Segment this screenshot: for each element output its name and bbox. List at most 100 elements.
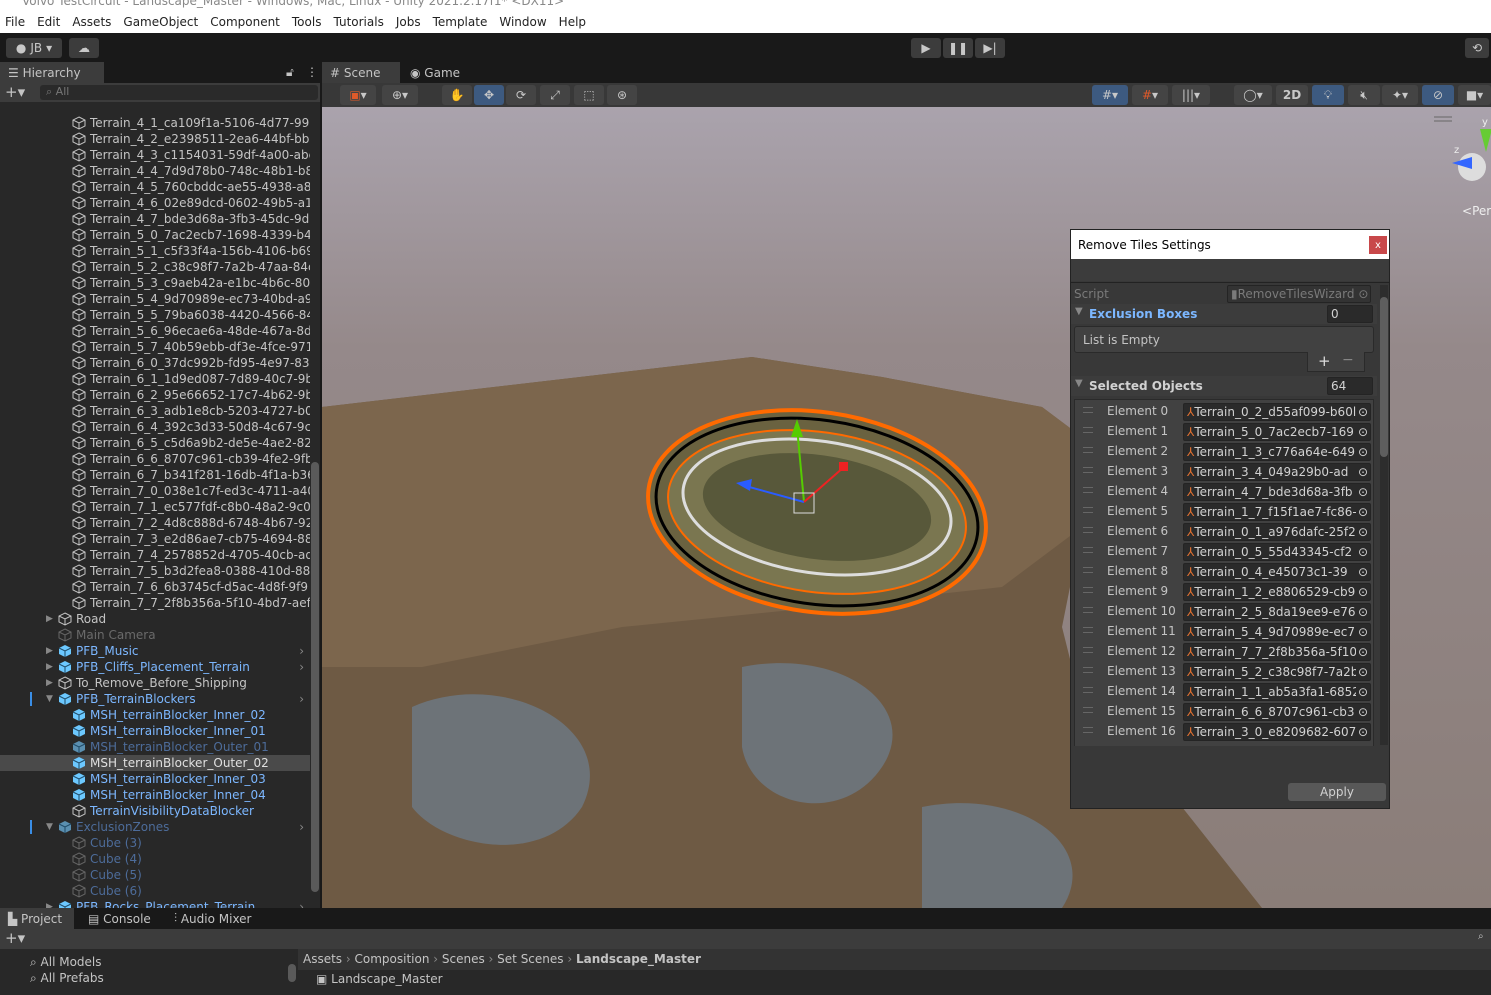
tree-row[interactable]: ▶ PFB_Rocks_Placement_Terrain › xyxy=(0,899,310,908)
tab-hierarchy[interactable]: ☰ Hierarchy xyxy=(0,62,104,83)
tree-row[interactable]: Cube (6) xyxy=(0,883,310,899)
drag-handle-icon[interactable] xyxy=(1083,567,1093,573)
tree-row[interactable]: Terrain_6_1_1d9ed087-7d89-40c7-9b xyxy=(0,371,310,387)
object-picker-icon[interactable]: ⊙ xyxy=(1355,704,1368,720)
2d-toggle[interactable]: 2D xyxy=(1276,85,1308,105)
tree-row[interactable]: MSH_terrainBlocker_Inner_04 xyxy=(0,787,310,803)
object-picker-icon[interactable]: ⊙ xyxy=(1355,404,1368,420)
tree-row[interactable]: TerrainVisibilityDataBlocker xyxy=(0,803,310,819)
tree-row[interactable]: Terrain_4_4_7d9d78b0-748c-48b1-b8 xyxy=(0,163,310,179)
object-field[interactable]: ⅄Terrain_6_6_8707c961-cb3 ⊙ xyxy=(1183,703,1371,721)
tree-row[interactable]: Terrain_6_4_392c3d33-50d8-4c67-9c xyxy=(0,419,310,435)
expand-arrow-icon[interactable]: ▼ xyxy=(46,819,53,835)
tree-row[interactable]: Terrain_6_6_8707c961-cb39-4fe2-9fb xyxy=(0,451,310,467)
expand-arrow-icon[interactable]: ▶ xyxy=(46,643,53,659)
lock-icon[interactable]: 🔓︎ xyxy=(286,65,294,80)
menu-template[interactable]: Template xyxy=(433,15,488,29)
open-prefab-icon[interactable]: › xyxy=(299,643,304,659)
cloud-icon[interactable]: ☁ xyxy=(69,38,99,58)
object-picker-icon[interactable]: ⊙ xyxy=(1355,504,1368,520)
selected-count-field[interactable]: 64 xyxy=(1327,377,1373,395)
drag-handle-icon[interactable] xyxy=(1083,547,1093,553)
breadcrumb-item[interactable]: Assets xyxy=(303,952,342,966)
object-field[interactable]: ⅄Terrain_1_1_ab5a3fa1-6852 ⊙ xyxy=(1183,683,1371,701)
object-field[interactable]: ⅄Terrain_0_2_d55af099-b60l ⊙ xyxy=(1183,403,1371,421)
drag-handle-icon[interactable] xyxy=(1083,707,1093,713)
menu-assets[interactable]: Assets xyxy=(72,15,111,29)
tree-row[interactable]: Terrain_6_7_b341f281-16db-4f1a-b36a xyxy=(0,467,310,483)
tree-row[interactable]: Cube (4) xyxy=(0,851,310,867)
rect-tool-icon[interactable]: ⬚ xyxy=(574,85,604,105)
menu-file[interactable]: File xyxy=(5,15,25,29)
tree-row[interactable]: Terrain_5_0_7ac2ecb7-1698-4339-b4 xyxy=(0,227,310,243)
more-icon[interactable]: ⋮ xyxy=(306,65,318,79)
drag-handle-icon[interactable] xyxy=(1083,467,1093,473)
favorite-all-prefabs[interactable]: ⌕ All Prefabs xyxy=(30,971,104,986)
object-field[interactable]: ⅄Terrain_1_7_f15f1ae7-fc86- ⊙ xyxy=(1183,503,1371,521)
effects-icon[interactable]: ✦▾ xyxy=(1382,85,1418,105)
object-picker-icon[interactable]: ⊙ xyxy=(1355,724,1368,740)
expand-arrow-icon[interactable]: ▶ xyxy=(46,659,53,675)
menu-edit[interactable]: Edit xyxy=(37,15,60,29)
drag-handle-icon[interactable] xyxy=(1083,427,1093,433)
camera-icon[interactable]: ■▾ xyxy=(1458,85,1491,105)
open-prefab-icon[interactable]: › xyxy=(299,691,304,707)
object-field[interactable]: ⅄Terrain_0_1_a976dafc-25f2 ⊙ xyxy=(1183,523,1371,541)
tree-row[interactable]: Terrain_4_6_02e89dcd-0602-49b5-a1 xyxy=(0,195,310,211)
transform-tool-icon[interactable]: ⊛ xyxy=(607,85,637,105)
tree-row[interactable]: Terrain_6_3_adb1e8cb-5203-4727-b0 xyxy=(0,403,310,419)
object-field[interactable]: ⅄Terrain_3_0_e8209682-607 ⊙ xyxy=(1183,723,1371,741)
tree-row[interactable]: Terrain_5_3_c9aeb42a-e1bc-4b6c-80 xyxy=(0,275,310,291)
increment-snap-icon[interactable]: |||▾ xyxy=(1172,85,1210,105)
object-picker-icon[interactable]: ⊙ xyxy=(1355,444,1368,460)
tree-row[interactable]: MSH_terrainBlocker_Outer_01 xyxy=(0,739,310,755)
breadcrumb-item[interactable]: Set Scenes xyxy=(497,952,563,966)
object-picker-icon[interactable]: ⊙ xyxy=(1355,604,1368,620)
rotate-tool-icon[interactable]: ⟳ xyxy=(506,85,536,105)
expand-arrow-icon[interactable]: ▶ xyxy=(46,675,53,691)
tree-row[interactable]: Cube (3) xyxy=(0,835,310,851)
lighting-icon[interactable]: 💡︎ xyxy=(1312,85,1344,105)
grid-snap-icon[interactable]: #▾ xyxy=(1092,85,1128,105)
object-picker-icon[interactable]: ⊙ xyxy=(1355,624,1368,640)
history-icon[interactable]: ⟲ xyxy=(1465,38,1489,58)
tree-row[interactable]: Terrain_5_1_c5f33f4a-156b-4106-b69 xyxy=(0,243,310,259)
object-picker-icon[interactable]: ⊙ xyxy=(1355,484,1368,500)
drag-handle-icon[interactable] xyxy=(1083,487,1093,493)
object-field[interactable]: ⅄Terrain_5_2_c38c98f7-7a2b ⊙ xyxy=(1183,663,1371,681)
draw-mode-dropdown[interactable]: ▣ ▾ xyxy=(340,85,376,105)
folder-tree-scrollbar[interactable] xyxy=(288,964,296,982)
open-prefab-icon[interactable]: › xyxy=(299,819,304,835)
pause-icon[interactable]: ❚❚ xyxy=(943,38,973,58)
menu-tutorials[interactable]: Tutorials xyxy=(333,15,383,29)
dialog-scrollbar[interactable] xyxy=(1380,285,1388,745)
tab-game[interactable]: ◉ Game xyxy=(402,62,468,83)
object-field[interactable]: ⅄Terrain_0_4_e45073c1-39 ⊙ xyxy=(1183,563,1371,581)
move-tool-icon[interactable]: ✥ xyxy=(474,85,504,105)
add-element-button[interactable]: + xyxy=(1318,352,1331,370)
close-button[interactable]: x xyxy=(1369,236,1387,254)
tree-row[interactable]: Terrain_5_2_c38c98f7-7a2b-47aa-84c xyxy=(0,259,310,275)
object-picker-icon[interactable]: ⊙ xyxy=(1355,544,1368,560)
hierarchy-scrollbar[interactable] xyxy=(311,462,319,892)
tab-audio-mixer[interactable]: ⫶ Audio Mixer xyxy=(166,908,260,929)
tree-row[interactable]: Terrain_4_2_e2398511-2ea6-44bf-bb7 xyxy=(0,131,310,147)
tree-row[interactable]: ▼ ExclusionZones › xyxy=(0,819,310,835)
tree-row[interactable]: Terrain_4_3_c1154031-59df-4a00-abc xyxy=(0,147,310,163)
step-icon[interactable]: ▶| xyxy=(975,38,1005,58)
scale-tool-icon[interactable]: ⤢ xyxy=(540,85,570,105)
object-field[interactable]: ⅄Terrain_1_3_c776a64e-649 ⊙ xyxy=(1183,443,1371,461)
object-field[interactable]: ⅄Terrain_3_4_049a29b0-ad ⊙ xyxy=(1183,463,1371,481)
favorite-all-models[interactable]: ⌕ All Models xyxy=(30,955,102,970)
breadcrumb-item[interactable]: Scenes xyxy=(442,952,485,966)
open-prefab-icon[interactable]: › xyxy=(299,899,304,908)
create-button[interactable]: +▾ xyxy=(5,929,25,947)
audio-icon[interactable]: 🔇︎ xyxy=(1348,85,1380,105)
open-prefab-icon[interactable]: › xyxy=(299,659,304,675)
tree-row[interactable]: ▼ PFB_TerrainBlockers › xyxy=(0,691,310,707)
drag-handle-icon[interactable] xyxy=(1083,407,1093,413)
drag-handle-icon[interactable] xyxy=(1083,627,1093,633)
tree-row[interactable]: Terrain_7_2_4d8c888d-6748-4b67-92 xyxy=(0,515,310,531)
tree-row[interactable]: Cube (5) xyxy=(0,867,310,883)
object-picker-icon[interactable]: ⊙ xyxy=(1355,584,1368,600)
